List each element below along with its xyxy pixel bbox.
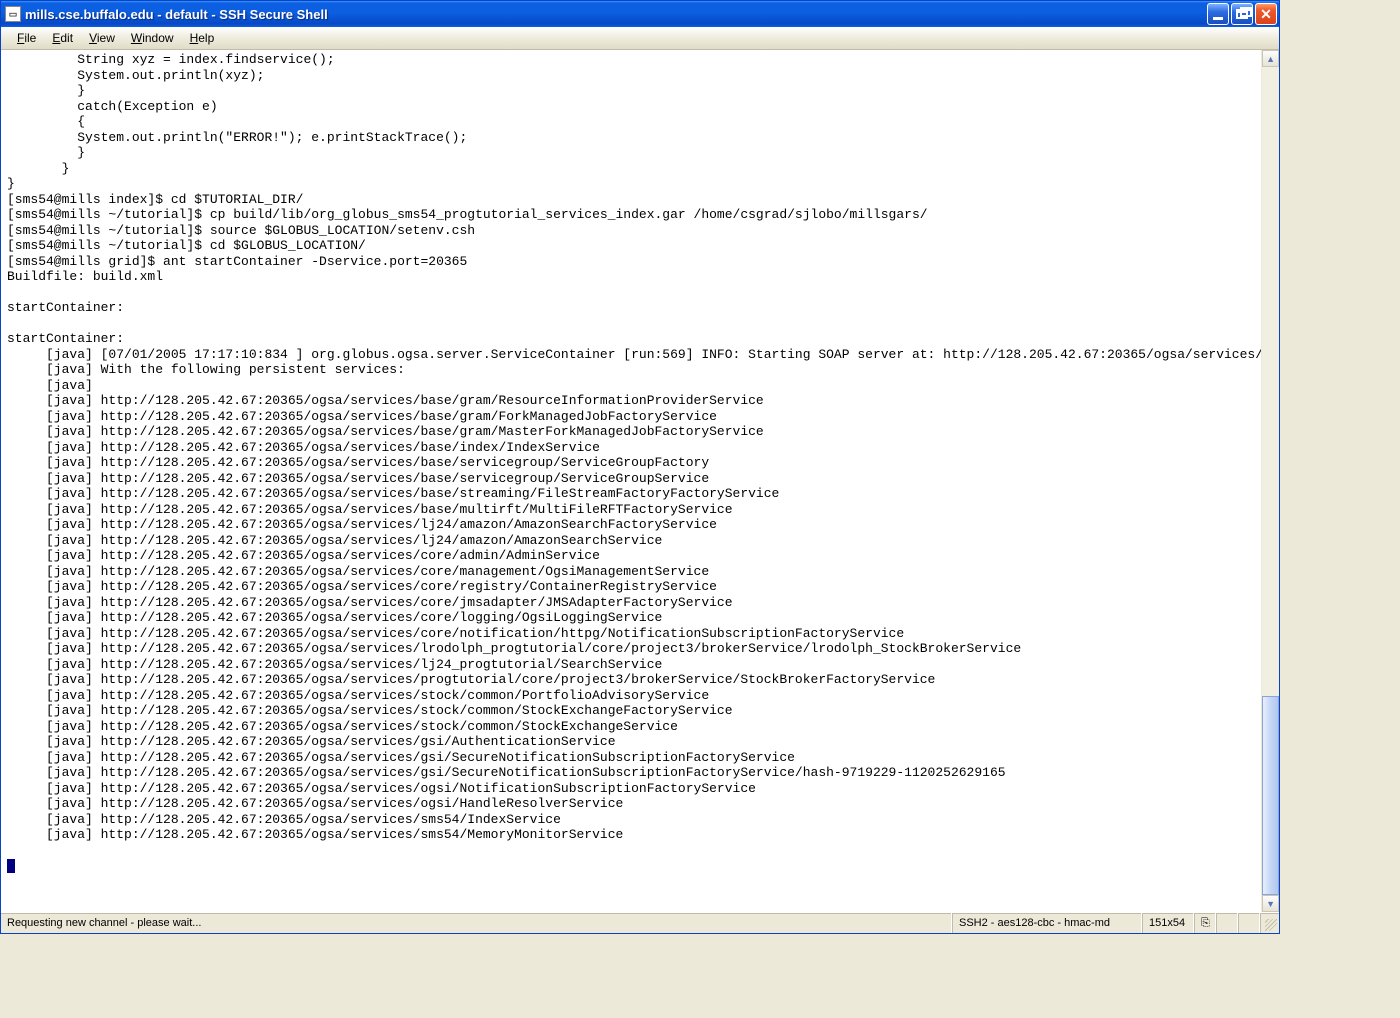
- vertical-scrollbar[interactable]: ▲ ▼: [1261, 50, 1279, 912]
- title-bar[interactable]: ▭ mills.cse.buffalo.edu - default - SSH …: [1, 1, 1279, 27]
- status-icon-3: [1238, 913, 1260, 933]
- application-window: ▭ mills.cse.buffalo.edu - default - SSH …: [0, 0, 1280, 934]
- status-protocol: SSH2 - aes128-cbc - hmac-md: [952, 913, 1142, 933]
- scroll-down-button[interactable]: ▼: [1262, 895, 1279, 912]
- app-icon: ▭: [5, 6, 21, 22]
- menu-file[interactable]: File: [9, 29, 44, 47]
- menu-help[interactable]: Help: [182, 29, 223, 47]
- scroll-track[interactable]: [1262, 67, 1279, 895]
- scroll-thumb[interactable]: [1262, 696, 1279, 895]
- blank-icon: [1223, 916, 1229, 930]
- blank-icon-2: [1245, 916, 1251, 930]
- client-area: String xyz = index.findservice(); System…: [1, 50, 1279, 912]
- status-size: 151x54: [1142, 913, 1194, 933]
- menu-edit[interactable]: Edit: [44, 29, 81, 47]
- minimize-button[interactable]: [1207, 3, 1229, 25]
- terminal-cursor: [7, 859, 15, 873]
- terminal-output[interactable]: String xyz = index.findservice(); System…: [1, 50, 1261, 912]
- resize-grip[interactable]: [1260, 913, 1279, 933]
- scroll-up-button[interactable]: ▲: [1262, 50, 1279, 67]
- close-button[interactable]: ✕: [1255, 3, 1277, 25]
- maximize-button[interactable]: [1231, 3, 1253, 25]
- status-icon-2: [1216, 913, 1238, 933]
- menu-bar: File Edit View Window Help: [1, 27, 1279, 50]
- status-message: Requesting new channel - please wait...: [1, 913, 952, 933]
- status-bar: Requesting new channel - please wait... …: [1, 912, 1279, 933]
- menu-window[interactable]: Window: [123, 29, 182, 47]
- clipboard-icon: ⎘: [1201, 916, 1210, 930]
- status-icon-1: ⎘: [1194, 913, 1216, 933]
- window-title: mills.cse.buffalo.edu - default - SSH Se…: [25, 7, 328, 22]
- menu-view[interactable]: View: [81, 29, 123, 47]
